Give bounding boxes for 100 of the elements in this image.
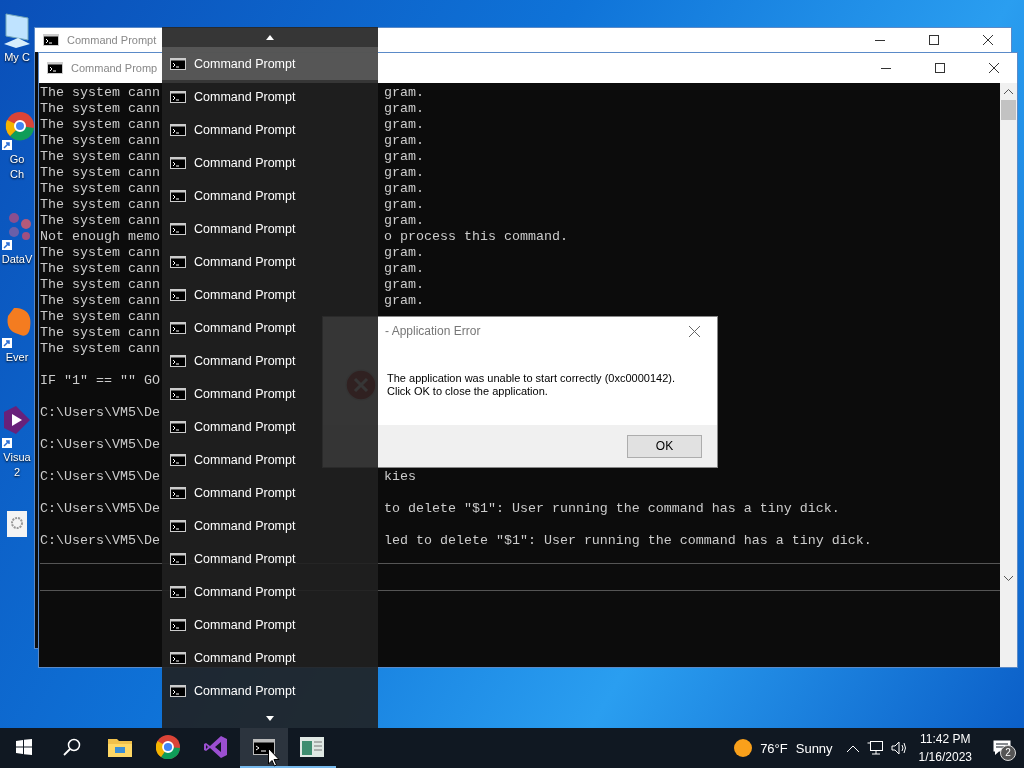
console-text: gram. <box>383 133 424 149</box>
jump-list-item[interactable]: Command Prompt <box>162 212 378 245</box>
windows-logo-icon <box>16 739 32 755</box>
jump-list-item[interactable]: Command Prompt <box>162 179 378 212</box>
chevron-up-icon <box>1004 89 1013 94</box>
close-icon <box>688 325 700 337</box>
triangle-down-icon <box>266 715 274 721</box>
jump-list-item[interactable]: Command Prompt <box>162 377 378 410</box>
document-window-icon <box>300 737 324 757</box>
terminal-icon <box>170 255 186 268</box>
scrollbar[interactable] <box>1000 83 1017 667</box>
maximize-icon <box>935 63 945 73</box>
terminal-icon <box>170 519 186 532</box>
network-icon[interactable] <box>866 741 883 755</box>
console-text: gram. <box>383 117 424 133</box>
sun-icon <box>734 739 753 757</box>
desktop-icon-label[interactable]: Visua <box>3 450 31 465</box>
console-text: gram. <box>383 197 424 213</box>
console-text: The system cann <box>40 181 160 197</box>
temperature[interactable]: 76°F <box>760 740 788 756</box>
terminal-icon <box>170 189 186 202</box>
console-text: The system cann <box>40 117 160 133</box>
window-title: Command Promp <box>71 62 158 74</box>
terminal-icon <box>43 34 59 46</box>
desktop-icon-label[interactable]: DataV <box>1 252 33 267</box>
console-text: The system cann <box>40 213 160 229</box>
computer-icon <box>2 10 32 50</box>
console-text: Not enough memo <box>40 229 160 245</box>
jump-list-item[interactable]: Command Prompt <box>162 443 378 476</box>
console-text: The system cann <box>40 309 160 325</box>
jump-list-item[interactable]: Command Prompt <box>162 641 378 674</box>
console-text: The system cann <box>40 341 160 357</box>
terminal-icon <box>47 62 63 74</box>
jump-list-item[interactable]: Command Prompt <box>162 674 378 707</box>
terminal-icon <box>170 651 186 664</box>
weather-condition[interactable]: Sunny <box>795 740 833 756</box>
desktop-icon-label[interactable]: 2 <box>13 465 21 480</box>
console-text: The system cann <box>40 293 160 309</box>
terminal-icon <box>170 453 186 466</box>
console-text: C:\Users\VM5\De <box>40 437 160 453</box>
console-text: gram. <box>383 213 424 229</box>
jump-list-item[interactable]: Command Prompt <box>162 311 378 344</box>
jump-list-item[interactable]: Command Prompt <box>162 608 378 641</box>
console-text: gram. <box>383 245 424 261</box>
desktop-icon-label[interactable]: My C <box>4 50 30 65</box>
close-icon <box>989 63 999 73</box>
console-text: o process this command. <box>383 229 568 245</box>
folder-icon <box>108 737 132 757</box>
console-text: The system cann <box>40 197 160 213</box>
terminal-icon <box>170 321 186 334</box>
jump-list-item[interactable]: Command Prompt <box>162 542 378 575</box>
jump-list-item[interactable]: Command Prompt <box>162 278 378 311</box>
console-text: gram. <box>383 181 424 197</box>
jump-list-item[interactable]: Command Prompt <box>162 509 378 542</box>
jump-list-item[interactable]: Command Prompt <box>162 344 378 377</box>
terminal-icon <box>170 222 186 235</box>
console-text: The system cann <box>40 149 160 165</box>
gear-icon <box>6 510 28 538</box>
jump-list-item[interactable]: Command Prompt <box>162 245 378 278</box>
jump-list-item[interactable]: Command Prompt <box>162 575 378 608</box>
console-text: led to delete "$1": User running the command has a tiny dick. <box>383 533 872 549</box>
search-icon <box>63 738 81 756</box>
console-text: C:\Users\VM5\De <box>40 501 160 517</box>
triangle-up-icon <box>266 34 274 40</box>
jump-list-item[interactable]: Command Prompt <box>162 47 378 80</box>
taskbar-button[interactable] <box>240 728 288 768</box>
console-text: to delete "$1": User running the command has a tiny dick. <box>383 501 840 517</box>
console-text: The system cann <box>40 85 160 101</box>
console-text: The system cann <box>40 133 160 149</box>
console-text: C:\Users\VM5\De <box>40 469 160 485</box>
clock[interactable]: 11:42 PM 1/16/2023 <box>910 728 980 768</box>
desktop-icon-label[interactable]: Ch <box>9 167 25 182</box>
chrome-icon <box>156 735 180 759</box>
console-text: gram. <box>383 149 424 165</box>
jump-list-item[interactable]: Command Prompt <box>162 476 378 509</box>
console-text: gram. <box>383 261 424 277</box>
terminal-icon <box>170 420 186 433</box>
jump-list-item[interactable]: Command Prompt <box>162 410 378 443</box>
jump-list-item[interactable]: Command Prompt <box>162 113 378 146</box>
console-text: C:\Users\VM5\De <box>40 405 160 421</box>
desktop-icon-label[interactable]: Ever <box>5 350 29 365</box>
volume-icon[interactable] <box>890 741 907 755</box>
desktop-icon-label[interactable]: Go <box>9 152 25 167</box>
terminal-icon <box>170 552 186 565</box>
console-text: kies <box>383 469 416 485</box>
chevron-up-icon[interactable] <box>846 744 859 752</box>
jump-list-item[interactable]: Command Prompt <box>162 146 378 179</box>
ok-button[interactable]: OK <box>627 434 702 458</box>
terminal-icon <box>170 90 186 103</box>
jump-list-item[interactable]: Command Prompt <box>162 80 378 113</box>
terminal-icon <box>170 354 186 367</box>
console-text: The system cann <box>40 165 160 181</box>
maximize-icon <box>929 35 939 45</box>
console-text: The system cann <box>40 245 160 261</box>
dialog-title: - Application Error <box>385 324 481 338</box>
console-text: The system cann <box>40 277 160 293</box>
mouse-cursor-icon <box>268 748 280 767</box>
minimize-icon <box>875 39 885 41</box>
notification-count: 2 <box>1000 745 1016 761</box>
scroll-thumb[interactable] <box>1001 100 1016 120</box>
